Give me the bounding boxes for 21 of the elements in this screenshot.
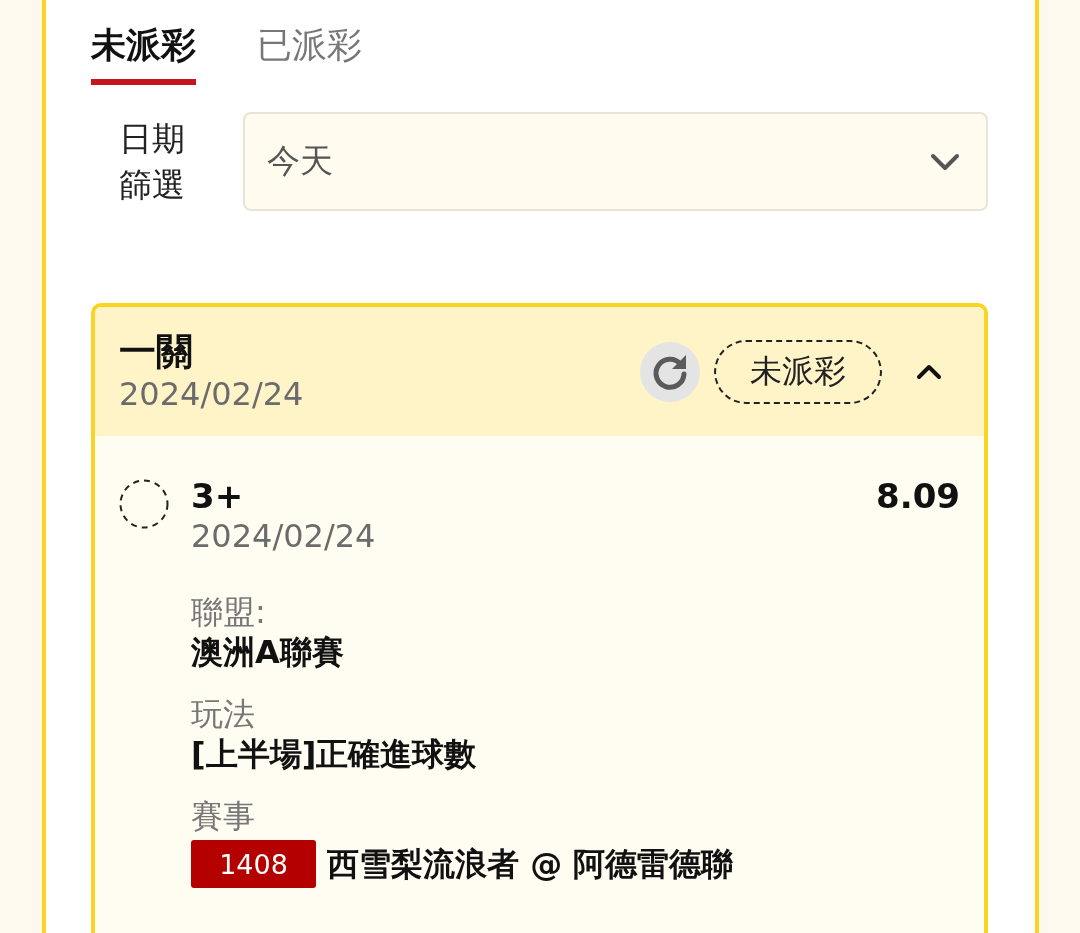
match-teams: 西雪梨流浪者 @ 阿德雷德聯: [327, 844, 734, 884]
tab[interactable]: 未派彩: [91, 19, 196, 85]
chevron-up-icon[interactable]: [916, 363, 942, 380]
match-number-badge: 1408: [191, 840, 316, 888]
detail-label: 聯盟:: [191, 592, 266, 632]
detail-value: 澳洲A聯賽: [191, 632, 344, 672]
chevron-down-icon: [930, 152, 960, 171]
refresh-icon[interactable]: [640, 341, 700, 402]
dashed-circle-icon: [119, 479, 169, 529]
tab[interactable]: 已派彩: [257, 19, 362, 85]
bet-date: 2024/02/24: [119, 373, 304, 414]
detail-value: [上半場]正確進球數: [191, 734, 477, 774]
detail-label: 賽事: [191, 796, 255, 836]
selection-name: 3+: [191, 476, 244, 516]
date-select[interactable]: 今天: [243, 112, 988, 211]
detail-label: 玩法: [191, 694, 255, 734]
bet-type-title: 一關: [119, 329, 193, 374]
filter-label: 日期篩選: [118, 117, 186, 206]
status-badge: 未派彩: [714, 339, 882, 404]
selection-date: 2024/02/24: [191, 516, 376, 556]
odds-value: 8.09: [876, 476, 960, 516]
